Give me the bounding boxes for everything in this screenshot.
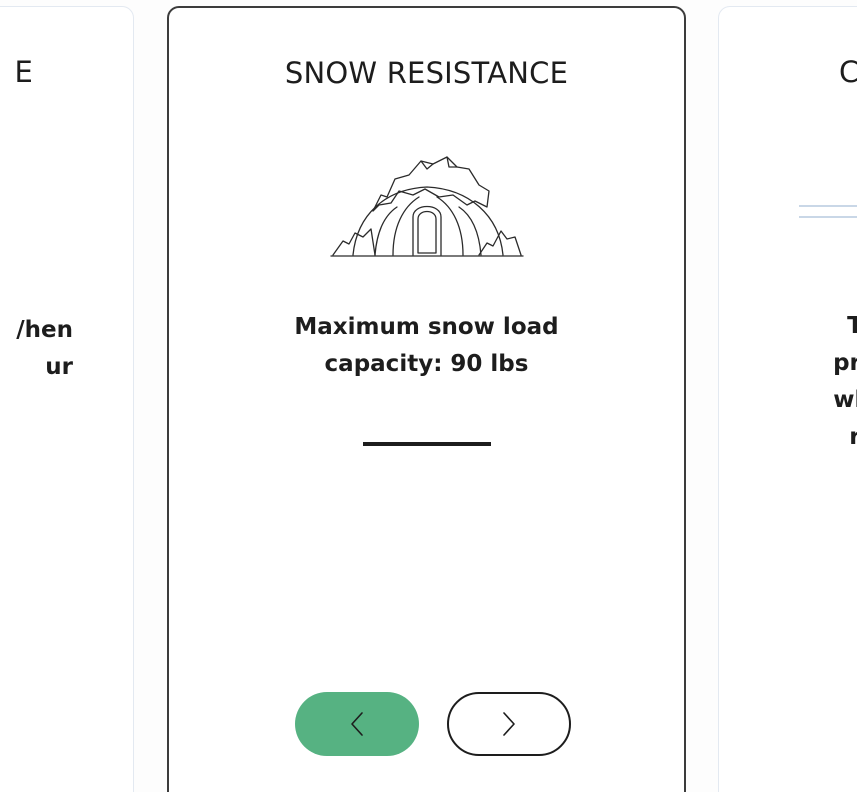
card-description-line: practi — [833, 350, 857, 376]
carousel: E /hen ur SNOW RESISTANCE Maximum snow l… — [0, 0, 857, 792]
card-description-line: Maximum snow load — [294, 314, 559, 340]
card-description-line: ur — [45, 354, 73, 380]
divider — [363, 442, 491, 446]
card-description-line: req — [761, 419, 857, 456]
previous-button[interactable] — [295, 692, 419, 756]
next-button[interactable] — [447, 692, 571, 756]
card-description-line: which — [833, 387, 857, 413]
feature-card-previous[interactable]: E /hen ur — [0, 6, 134, 792]
card-illustration — [799, 205, 857, 227]
card-description-line: The — [761, 308, 857, 345]
feature-card-next[interactable]: C The practi which req — [718, 6, 857, 792]
card-description: /hen ur — [16, 312, 73, 386]
card-description: Maximum snow load capacity: 90 lbs — [169, 309, 684, 383]
card-title: C — [839, 55, 857, 89]
chevron-left-icon — [351, 712, 363, 736]
feature-card-active: SNOW RESISTANCE Maximum snow load capaci… — [167, 6, 686, 792]
card-title: SNOW RESISTANCE — [284, 56, 569, 90]
card-description: The practi which req — [761, 308, 857, 456]
chevron-right-icon — [503, 712, 515, 736]
card-description-line: capacity: 90 lbs — [324, 351, 529, 377]
card-title: E — [14, 55, 33, 89]
card-description-line: /hen — [16, 317, 73, 343]
snow-covered-tent-icon — [330, 156, 524, 257]
